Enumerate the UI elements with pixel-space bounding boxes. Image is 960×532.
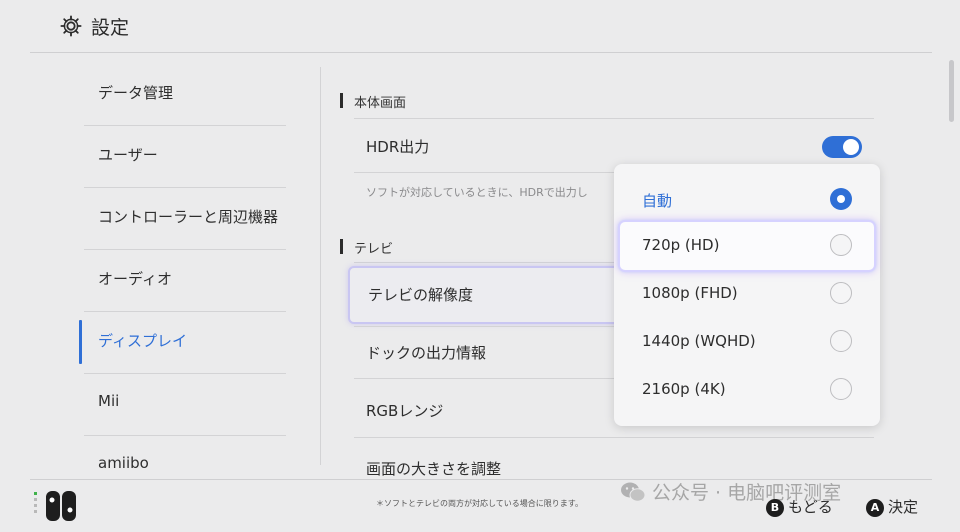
sidebar-item-mii[interactable]: Mii xyxy=(80,374,286,434)
page-title: 設定 xyxy=(91,17,130,39)
radio-icon xyxy=(830,378,852,400)
option-label: 2160p (4K) xyxy=(642,380,726,398)
b-button-icon: B xyxy=(766,499,784,517)
confirm-label: 決定 xyxy=(888,498,919,516)
selection-indicator xyxy=(79,320,82,364)
row-label: 画面の大きさを調整 xyxy=(366,460,502,478)
header: 設定 xyxy=(0,0,960,52)
row-label: HDR出力 xyxy=(366,138,430,156)
section-heading-console-screen: 本体画面 xyxy=(339,92,406,111)
sidebar-item-label: ディスプレイ xyxy=(98,332,187,350)
gear-icon xyxy=(60,15,82,37)
sidebar-item-controllers[interactable]: コントローラーと周辺機器 xyxy=(80,188,286,248)
radio-icon xyxy=(830,234,852,256)
option-label: 720p (HD) xyxy=(642,236,720,254)
option-720p[interactable]: 720p (HD) xyxy=(620,222,874,270)
section-heading-tv: テレビ xyxy=(339,238,393,257)
row-label: RGBレンジ xyxy=(366,402,444,420)
settings-screen: 設定 データ管理 ユーザー コントローラーと周辺機器 オーディオ ディスプレイ … xyxy=(0,0,960,532)
column-divider xyxy=(320,67,321,465)
sidebar-item-amiibo[interactable]: amiibo xyxy=(80,436,286,496)
confirm-button[interactable]: A 決定 xyxy=(866,496,918,517)
option-1440p[interactable]: 1440p (WQHD) xyxy=(620,318,874,366)
joycon-icon xyxy=(34,491,76,521)
footnote: ＊ソフトとテレビの両方が対応している場合に限ります。 xyxy=(376,499,583,508)
option-label: 1440p (WQHD) xyxy=(642,332,756,350)
option-label: 自動 xyxy=(642,192,673,210)
header-divider xyxy=(30,52,932,53)
back-label: もどる xyxy=(788,498,833,516)
option-label: 1080p (FHD) xyxy=(642,284,738,302)
hdr-description: ソフトが対応しているときに、HDRで出力し xyxy=(366,186,588,199)
row-label: テレビの解像度 xyxy=(368,286,474,304)
sidebar-item-users[interactable]: ユーザー xyxy=(80,126,286,186)
sidebar-item-label: ユーザー xyxy=(98,146,158,164)
row-label: ドックの出力情報 xyxy=(366,344,487,362)
sidebar-item-data-management[interactable]: データ管理 xyxy=(80,64,286,124)
option-2160p[interactable]: 2160p (4K) xyxy=(620,366,874,414)
sidebar-item-label: コントローラーと周辺機器 xyxy=(98,208,279,226)
scrollbar[interactable] xyxy=(949,60,954,122)
sidebar-item-label: Mii xyxy=(98,392,120,410)
wechat-icon xyxy=(621,482,646,502)
option-auto[interactable]: 自動 xyxy=(620,176,874,224)
tv-resolution-row[interactable]: テレビの解像度 xyxy=(348,266,642,324)
option-1080p[interactable]: 1080p (FHD) xyxy=(620,270,874,318)
radio-icon xyxy=(830,282,852,304)
row-divider xyxy=(354,437,874,438)
sidebar-item-label: オーディオ xyxy=(98,270,172,288)
toggle-knob xyxy=(843,139,859,155)
sidebar-item-display[interactable]: ディスプレイ xyxy=(79,312,286,372)
row-divider xyxy=(354,118,874,119)
radio-selected-icon xyxy=(830,188,852,210)
hdr-output-row[interactable]: HDR出力 xyxy=(348,122,874,170)
radio-icon xyxy=(830,330,852,352)
resolution-selector-popup: 自動 720p (HD) 1080p (FHD) 1440p (WQHD) 21… xyxy=(614,164,880,426)
sidebar-item-label: amiibo xyxy=(98,454,149,472)
sidebar-item-audio[interactable]: オーディオ xyxy=(80,250,286,310)
a-button-icon: A xyxy=(866,499,884,517)
sidebar-item-label: データ管理 xyxy=(98,84,174,102)
back-button[interactable]: B もどる xyxy=(766,496,833,517)
hdr-toggle[interactable] xyxy=(822,136,862,158)
